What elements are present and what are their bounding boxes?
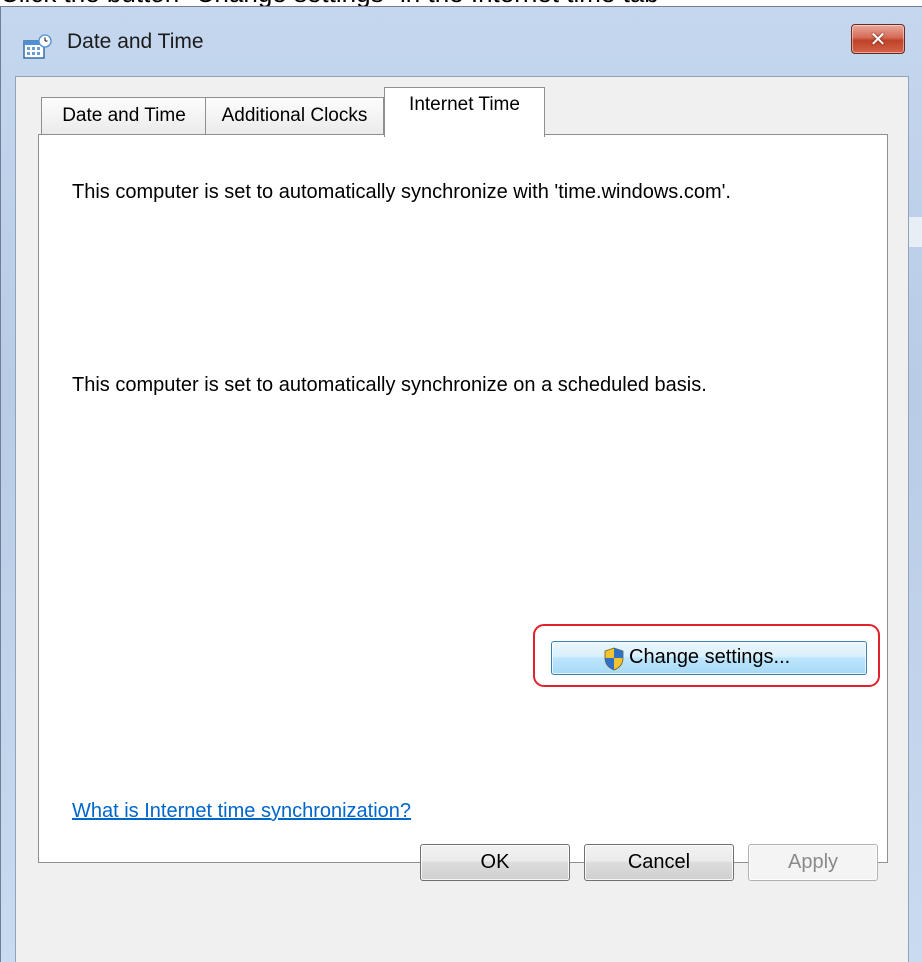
change-settings-button[interactable]: Change settings... <box>551 641 867 675</box>
ok-button[interactable]: OK <box>420 844 570 881</box>
close-button[interactable]: ✕ <box>851 24 905 54</box>
date-time-window: Date and Time ✕ Date and Time Additional… <box>0 6 922 962</box>
uac-shield-icon <box>604 647 624 671</box>
window-title: Date and Time <box>67 30 204 53</box>
dialog-client-area: Date and Time Additional Clocks Internet… <box>15 76 909 962</box>
schedule-text: This computer is set to automatically sy… <box>72 374 707 396</box>
tab-date-and-time[interactable]: Date and Time <box>41 97 207 135</box>
apply-button[interactable]: Apply <box>748 844 878 881</box>
cancel-button[interactable]: Cancel <box>584 844 734 881</box>
internet-time-panel: This computer is set to automatically sy… <box>38 134 888 863</box>
close-icon: ✕ <box>869 27 887 51</box>
change-settings-label: Change settings... <box>629 646 791 668</box>
calendar-clock-icon <box>23 34 52 59</box>
tab-internet-time[interactable]: Internet Time <box>384 87 545 137</box>
help-link[interactable]: What is Internet time synchronization? <box>72 800 411 823</box>
tab-additional-clocks[interactable]: Additional Clocks <box>205 97 384 135</box>
title-bar[interactable]: Date and Time ✕ <box>1 7 922 75</box>
sync-server-text: This computer is set to automatically sy… <box>72 181 731 203</box>
